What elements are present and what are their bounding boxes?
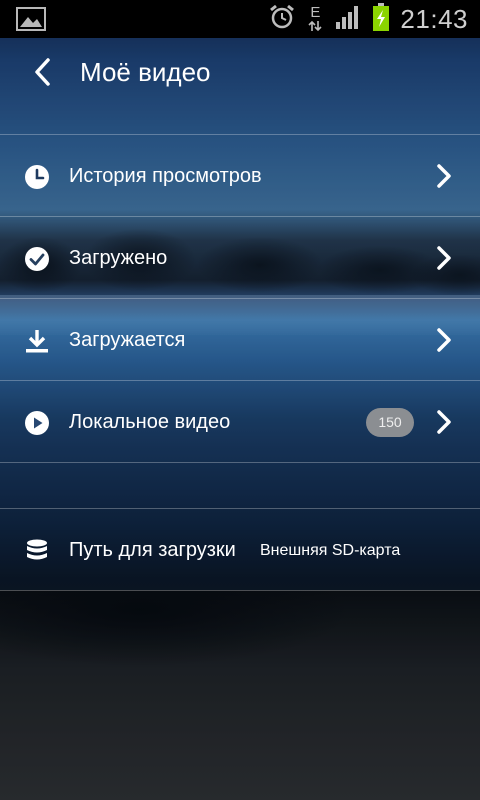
check-circle-icon	[24, 246, 50, 272]
action-bar: Моё видео	[0, 38, 480, 108]
menu-item-label: Локальное видео	[69, 411, 231, 433]
menu-item-label: Загружено	[69, 247, 168, 269]
divider	[0, 216, 480, 217]
divider	[0, 590, 480, 591]
menu-item-label: Загружается	[69, 329, 186, 351]
count-badge: 150	[366, 408, 414, 437]
menu-item-history[interactable]: История просмотров	[0, 136, 480, 216]
clock-icon	[24, 164, 50, 190]
download-path-setting[interactable]: Путь для загрузки Внешняя SD-карта	[0, 510, 480, 590]
chevron-right-icon	[434, 245, 454, 271]
chevron-left-icon	[32, 57, 52, 92]
menu-item-downloaded[interactable]: Загружено	[0, 218, 480, 298]
divider	[0, 462, 480, 463]
play-circle-icon	[24, 410, 50, 436]
chevron-right-icon	[434, 327, 454, 353]
network-type-label: E	[310, 4, 321, 21]
status-bar: E 21:43	[0, 0, 480, 38]
alarm-icon	[268, 3, 296, 36]
divider	[0, 134, 480, 135]
menu-item-label: История просмотров	[69, 165, 262, 187]
divider	[0, 298, 480, 299]
signal-icon	[334, 3, 362, 36]
download-icon	[24, 328, 50, 354]
download-path-label: Путь для загрузки	[69, 539, 236, 561]
divider	[0, 508, 480, 509]
back-button[interactable]	[22, 54, 62, 94]
data-e-icon: E	[306, 4, 324, 32]
menu-item-local-video[interactable]: Локальное видео 150	[0, 382, 480, 462]
storage-icon	[24, 538, 50, 564]
status-time: 21:43	[400, 3, 468, 34]
page-title: Моё видео	[80, 57, 211, 87]
download-path-value: Внешняя SD-карта	[260, 542, 401, 559]
chevron-right-icon	[434, 163, 454, 189]
battery-charging-icon	[372, 2, 390, 37]
chevron-right-icon	[434, 409, 454, 435]
gallery-icon	[16, 7, 46, 36]
menu-item-downloading[interactable]: Загружается	[0, 300, 480, 380]
divider	[0, 380, 480, 381]
